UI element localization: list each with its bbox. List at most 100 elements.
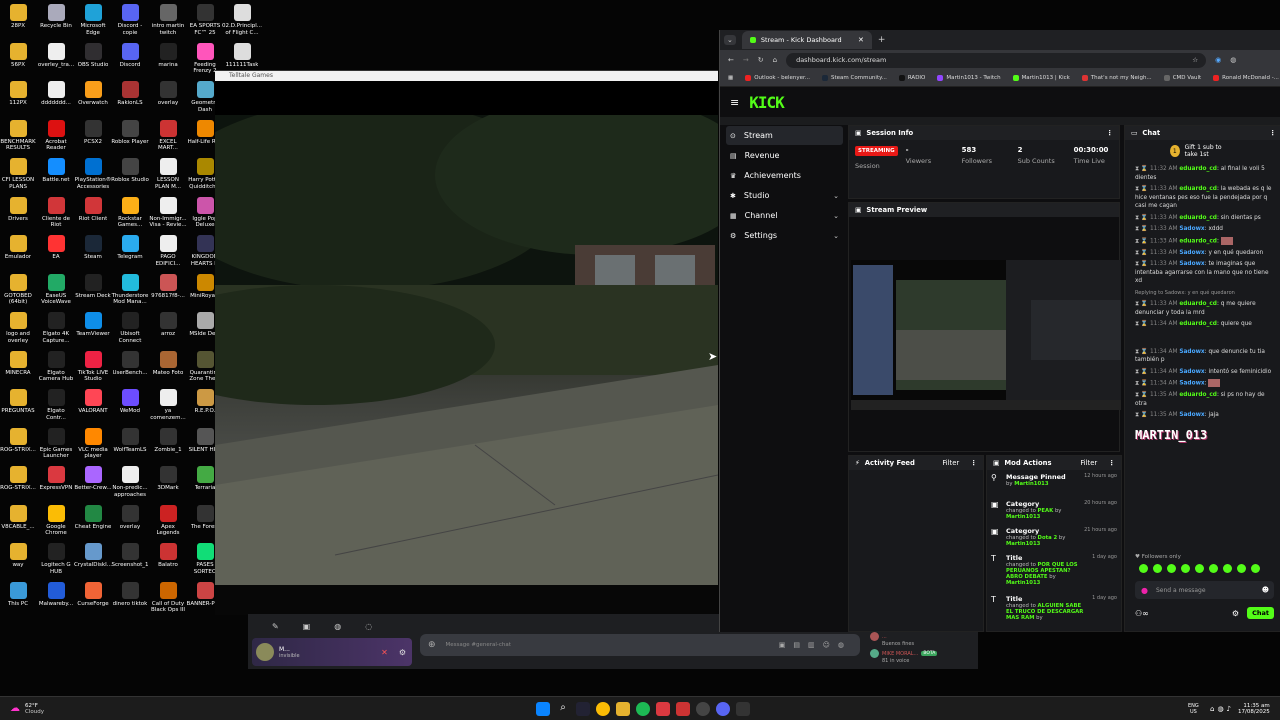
- desktop-icon[interactable]: TikTok LIVE Studio: [74, 350, 112, 383]
- tab-search-icon[interactable]: ⌄: [724, 35, 736, 45]
- chat-username[interactable]: eduardo_cd: [1179, 215, 1217, 221]
- desktop-icon[interactable]: Acrobat Reader: [37, 119, 75, 152]
- chat-message[interactable]: ⧗ ⌛ 11:34 AM Sadowx:: [1125, 378, 1280, 390]
- desktop-icon[interactable]: ya comenzem...: [149, 389, 187, 421]
- desktop-icon[interactable]: 02.D.Principl... of Flight C...: [222, 4, 262, 36]
- system-tray-icons[interactable]: ⌂◍♪: [1210, 705, 1234, 713]
- desktop-icon[interactable]: ExpressVPN: [37, 466, 75, 492]
- desktop-icon[interactable]: EA SPORTS FC™ 25: [186, 4, 224, 36]
- desktop-icon[interactable]: EaseUS VoiceWave: [37, 273, 75, 306]
- mute-icon[interactable]: ✕: [381, 648, 388, 657]
- stream-preview-video[interactable]: [851, 260, 1121, 410]
- star-icon[interactable]: ☆: [1192, 56, 1198, 64]
- apps-icon[interactable]: ▦: [728, 75, 733, 81]
- chat-username[interactable]: eduardo_cd: [1179, 186, 1217, 192]
- desktop-icon[interactable]: Google Chrome: [37, 504, 75, 537]
- menu-icon[interactable]: ≡: [730, 96, 739, 109]
- desktop-icon[interactable]: overlay: [149, 81, 187, 107]
- desktop-icon[interactable]: 111111Task: [223, 42, 261, 69]
- chat-username[interactable]: Sadowx: [1179, 369, 1204, 375]
- chat-username[interactable]: eduardo_cd: [1179, 392, 1217, 398]
- language-indicator[interactable]: ENG US: [1188, 703, 1199, 715]
- chat-username[interactable]: eduardo_cd: [1179, 301, 1217, 307]
- desktop-icon[interactable]: EA: [37, 235, 75, 261]
- discord-user-panel[interactable]: M... invisible ✕ ⚙: [252, 638, 412, 666]
- emote-icon[interactable]: [1195, 564, 1204, 573]
- emote-icon[interactable]: [1167, 564, 1176, 573]
- desktop-icon[interactable]: overley_tra...: [37, 42, 75, 69]
- mod-action-item[interactable]: ⚲ Message Pinned by Martin1013 12 hours ago: [987, 470, 1121, 497]
- mod-action-item[interactable]: ▣ Category changed to PEAK by Martin1013 20…: [987, 497, 1121, 524]
- chat-username[interactable]: eduardo_cd: [1179, 238, 1217, 244]
- desktop-icon[interactable]: Balatro: [149, 543, 187, 569]
- chat-message[interactable]: ⧗ ⌛ 11:32 AM eduardo_cd: al final le vol…: [1125, 164, 1280, 184]
- chat-username[interactable]: Sadowx: [1179, 250, 1204, 256]
- desktop-icon[interactable]: Riot Client: [74, 196, 112, 223]
- forward-icon[interactable]: →: [743, 56, 749, 64]
- desktop-icon[interactable]: CurseForge: [74, 581, 112, 608]
- start-icon[interactable]: [536, 701, 550, 716]
- chat-message[interactable]: ⧗ ⌛ 11:33 AM Sadowx: xddd: [1125, 224, 1280, 236]
- desktop-icon[interactable]: intro martin twitch: [149, 4, 187, 36]
- desktop-icon[interactable]: V8CABLE_...: [0, 504, 37, 531]
- chat-message[interactable]: ⧗ ⌛ 11:33 AM eduardo_cd: q me quiere den…: [1125, 299, 1280, 319]
- chat-send-button[interactable]: Chat: [1247, 607, 1274, 619]
- more-icon[interactable]: ⋮: [1269, 129, 1276, 137]
- discord-taskbar-icon[interactable]: [716, 701, 730, 716]
- desktop-icon[interactable]: Thunderstore Mod Mana...: [111, 273, 149, 306]
- telltale-taskbar-icon[interactable]: [736, 701, 750, 716]
- chat-message[interactable]: ⧗ ⌛ 11:35 AM Sadowx: jaja: [1125, 410, 1280, 422]
- chat-tools-icon[interactable]: ⚇∞: [1135, 609, 1149, 618]
- sidebar-item-achievements[interactable]: ♛ Achievements: [726, 166, 843, 185]
- mod-action-user[interactable]: Martin1013: [1006, 541, 1040, 547]
- tab-kick-dashboard[interactable]: Stream - Kick Dashboard ✕: [741, 31, 872, 49]
- url-field[interactable]: dashboard.kick.com/stream ☆: [786, 52, 1207, 68]
- chat-username[interactable]: Sadowx: [1179, 412, 1204, 418]
- desktop-icon[interactable]: 28PX: [0, 4, 37, 30]
- new-tab-icon[interactable]: +: [878, 35, 886, 45]
- chat-username[interactable]: Sadowx: [1179, 226, 1204, 232]
- discord-voice-list[interactable]: ... Buenos fines MIKE MORAL... BOTA 81 in…: [870, 632, 976, 666]
- sidebar-item-channel[interactable]: ▦ Channel ⌄: [726, 206, 843, 225]
- game-scene[interactable]: [215, 95, 718, 585]
- emote-icon[interactable]: [1181, 564, 1190, 573]
- desktop-icon[interactable]: UserBench...: [111, 350, 149, 377]
- desktop-icon[interactable]: Malwareby...: [37, 581, 75, 608]
- discord-mic-icon[interactable]: ✎: [272, 622, 279, 631]
- desktop-icon[interactable]: Recycle Bin: [37, 4, 75, 30]
- discord-game-icon[interactable]: ◍: [334, 622, 341, 631]
- desktop-icon[interactable]: Discord - copie: [111, 4, 149, 36]
- emote-icon[interactable]: [1153, 564, 1162, 573]
- emote-icon[interactable]: [1223, 564, 1232, 573]
- avatar[interactable]: [256, 643, 274, 661]
- desktop-icon[interactable]: Non-Immigr... Visa - Revie...: [149, 196, 187, 229]
- emoji-icon[interactable]: ☻: [1262, 586, 1269, 594]
- desktop-icon[interactable]: Roblox Studio: [111, 158, 149, 184]
- desktop-icon[interactable]: dinero tiktok: [111, 581, 149, 608]
- close-icon[interactable]: ✕: [858, 36, 864, 44]
- desktop-icon[interactable]: way: [0, 543, 37, 569]
- desktop-icon[interactable]: Better-Crew...: [74, 466, 112, 492]
- desktop-icon[interactable]: Elgato Contr...: [37, 389, 75, 421]
- mic-icon[interactable]: ●: [1141, 586, 1148, 595]
- more-icon[interactable]: ⋮: [970, 459, 977, 467]
- chat-username[interactable]: Sadowx: [1179, 349, 1204, 355]
- desktop-icon[interactable]: Mateo Foto: [149, 350, 187, 377]
- desktop-icon[interactable]: CFI LESSON PLANS: [0, 158, 37, 190]
- chat-username[interactable]: eduardo_cd: [1179, 321, 1217, 327]
- bookmark-item[interactable]: That's not my Neigh...: [1081, 75, 1152, 81]
- desktop-icon[interactable]: PAGO EDIFICI...: [149, 235, 187, 267]
- desktop-icon[interactable]: logo and overley: [0, 312, 37, 344]
- plus-icon[interactable]: ⊕: [428, 640, 436, 650]
- chat-message[interactable]: ⧗ ⌛ 11:35 AM eduardo_cd: si ps no hay de…: [1125, 390, 1280, 410]
- discord-screen-icon[interactable]: ▣: [303, 622, 311, 631]
- desktop-icon[interactable]: 976817f8-...: [149, 273, 187, 300]
- desktop-icon[interactable]: Microsoft Edge: [74, 4, 112, 36]
- bookmark-item[interactable]: Martin1013 | Kick: [1012, 75, 1070, 81]
- desktop-icon[interactable]: Battle.net: [37, 158, 75, 184]
- desktop-icon[interactable]: WolfTeamLS: [111, 427, 149, 454]
- desktop-icon[interactable]: Telegram: [111, 235, 149, 261]
- emote-icon[interactable]: [1139, 564, 1148, 573]
- chrome-taskbar-icon[interactable]: [596, 701, 610, 716]
- desktop-icon[interactable]: overlay: [111, 504, 149, 531]
